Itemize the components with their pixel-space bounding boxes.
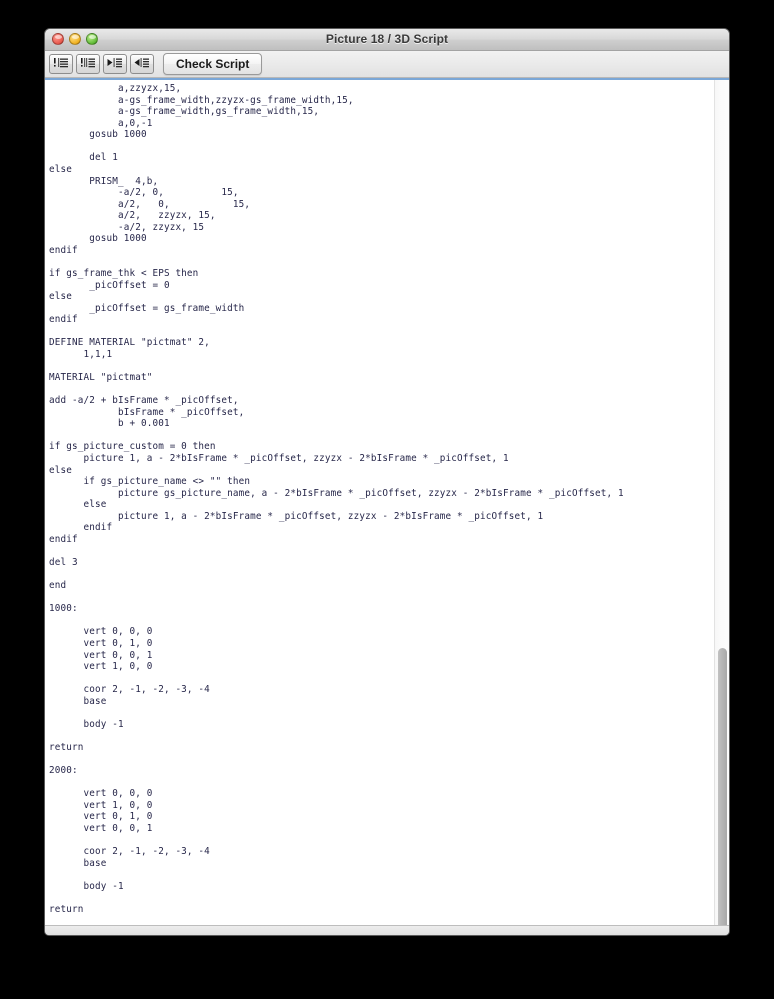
- code-line: vert 0, 1, 0: [49, 638, 153, 649]
- uncomment-lines-icon: [80, 58, 96, 70]
- code-line: else: [49, 163, 72, 175]
- code-line: body -1: [49, 718, 124, 730]
- code-line: if gs_frame_thk < EPS then: [49, 268, 199, 279]
- code-line: if gs_picture_custom = 0 then: [49, 441, 216, 453]
- window-bottom-bar: [45, 925, 729, 935]
- code-line: else: [49, 464, 72, 476]
- code-line: gosub 1000: [49, 233, 147, 245]
- code-line: vert 0, 0, 1: [49, 823, 153, 834]
- code-line: vert 0, 0, 0: [49, 788, 153, 800]
- code-line: a/2, zzyzx, 15,: [49, 210, 216, 222]
- code-line: DEFINE MATERIAL "pictmat" 2,: [49, 337, 210, 349]
- code-line: vert 1, 0, 0: [49, 799, 153, 811]
- code-line: 1,1,1: [49, 348, 113, 360]
- script-code-text[interactable]: a,zzyzx,15, a-gs_frame_width,zzyzx-gs_fr…: [45, 80, 714, 929]
- code-line: del 1: [49, 152, 118, 164]
- code-line: a/2, 0, 15,: [49, 198, 251, 210]
- code-line: body -1: [49, 880, 124, 892]
- code-line: picture 1, a - 2*bIsFrame * _picOffset, …: [49, 510, 544, 522]
- code-line: picture gs_picture_name, a - 2*bIsFrame …: [49, 487, 624, 499]
- code-line: MATERIAL "pictmat": [49, 372, 153, 384]
- code-line: coor 2, -1, -2, -3, -4: [49, 846, 210, 858]
- code-line: vert 0, 0, 1: [49, 649, 153, 661]
- code-line: else: [49, 291, 72, 303]
- code-line: vert 1, 0, 0: [49, 661, 153, 673]
- indent-right-icon: [107, 58, 123, 70]
- vertical-scrollbar-thumb[interactable]: [718, 648, 727, 930]
- code-line: gosub 1000: [49, 129, 147, 141]
- code-line: if gs_picture_name <> "" then: [49, 476, 251, 488]
- code-line: add -a/2 + bIsFrame * _picOffset,: [49, 395, 239, 407]
- code-line: bIsFrame * _picOffset,: [49, 406, 245, 418]
- window-title: Picture 18 / 3D Script: [325, 32, 449, 46]
- code-line: a-gs_frame_width,gs_frame_width,15,: [49, 106, 320, 118]
- indent-left-icon: [134, 58, 150, 70]
- code-line: vert 0, 1, 0: [49, 811, 153, 823]
- code-line: base: [49, 695, 107, 707]
- indent-left-button[interactable]: [130, 54, 154, 74]
- code-line: return: [49, 903, 84, 915]
- indent-right-button[interactable]: [103, 54, 127, 74]
- code-line: endif: [49, 244, 78, 256]
- vertical-scrollbar[interactable]: [714, 80, 729, 930]
- code-line: else: [49, 499, 107, 511]
- code-line: a,zzyzx,15,: [49, 83, 182, 94]
- code-line: b + 0.001: [49, 418, 170, 430]
- code-line: a,0,-1: [49, 117, 153, 129]
- code-line: endif: [49, 314, 78, 326]
- toolbar: Check Script: [45, 51, 729, 78]
- check-script-button[interactable]: Check Script: [163, 53, 263, 75]
- code-line: end: [49, 580, 67, 592]
- code-line: coor 2, -1, -2, -3, -4: [49, 684, 210, 696]
- code-line: 2000:: [49, 765, 78, 777]
- script-editor-window: Picture 18 / 3D Script Check Script a,zz…: [44, 28, 730, 936]
- comment-lines-icon: [53, 58, 69, 70]
- code-line: vert 0, 0, 0: [49, 626, 153, 638]
- code-line: return: [49, 742, 84, 754]
- window-titlebar[interactable]: Picture 18 / 3D Script: [45, 29, 729, 51]
- uncomment-lines-button[interactable]: [76, 54, 100, 74]
- code-line: picture 1, a - 2*bIsFrame * _picOffset, …: [49, 453, 509, 464]
- code-line: -a/2, 0, 15,: [49, 187, 239, 199]
- code-line: _picOffset = 0: [49, 279, 170, 291]
- code-line: base: [49, 857, 107, 869]
- code-line: endif: [49, 533, 78, 545]
- code-line: 1000:: [49, 603, 78, 615]
- comment-lines-button[interactable]: [49, 54, 73, 74]
- code-line: endif: [49, 522, 113, 534]
- editor-area: a,zzyzx,15, a-gs_frame_width,zzyzx-gs_fr…: [45, 78, 729, 930]
- code-line: a-gs_frame_width,zzyzx-gs_frame_width,15…: [49, 94, 354, 106]
- code-line: del 3: [49, 557, 78, 569]
- code-line: PRISM_ 4,b,: [49, 175, 159, 187]
- code-line: _picOffset = gs_frame_width: [49, 302, 245, 314]
- code-line: -a/2, zzyzx, 15: [49, 221, 205, 233]
